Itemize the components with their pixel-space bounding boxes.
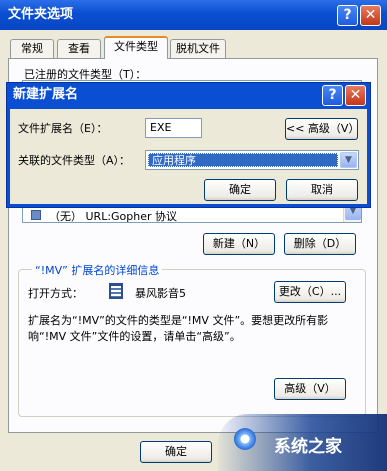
associated-type-select[interactable]: 应用程序 ▼ bbox=[145, 150, 359, 170]
extension-label: 文件扩展名（E）： bbox=[18, 122, 108, 135]
details-group-title: “!MV” 扩展名的详细信息 bbox=[32, 262, 163, 278]
change-button[interactable]: 更改（C）... bbox=[274, 281, 346, 303]
tab-view[interactable]: 查看 bbox=[57, 39, 101, 59]
window-titlebar: 文件夹选项 ? ✕ bbox=[0, 0, 387, 30]
advanced-button[interactable]: 高级（V） bbox=[274, 378, 346, 400]
tab-general[interactable]: 常规 bbox=[10, 39, 54, 59]
dialog-close-button[interactable]: ✕ bbox=[345, 85, 366, 106]
list-item-label: （无） URL:Gopher 协议 bbox=[49, 210, 178, 223]
collapse-advanced-button[interactable]: << 高级（V） bbox=[285, 118, 359, 140]
open-with-label: 打开方式： bbox=[28, 287, 83, 300]
ok-button[interactable]: 确定 bbox=[140, 441, 212, 463]
dialog-title: 新建扩展名 bbox=[13, 87, 79, 102]
window-title: 文件夹选项 bbox=[8, 7, 74, 22]
watermark: 系统之家 bbox=[218, 414, 387, 471]
chevron-down-icon[interactable]: ▼ bbox=[340, 152, 357, 168]
new-extension-dialog: 新建扩展名 ? ✕ 文件扩展名（E）： EXE << 高级（V） 关联的文件类型… bbox=[6, 82, 371, 208]
details-description: 扩展名为“!MV”的文件的类型是“!MV 文件”。要想更改所有影响“!MV 文件… bbox=[28, 314, 329, 343]
list-item[interactable]: （无） URL:Gopher 协议 bbox=[31, 208, 351, 223]
file-type-icon bbox=[31, 210, 41, 220]
media-player-icon bbox=[109, 283, 123, 299]
dialog-ok-button[interactable]: 确定 bbox=[204, 179, 276, 201]
dialog-cancel-button[interactable]: 取消 bbox=[286, 179, 358, 201]
close-button[interactable]: ✕ bbox=[360, 5, 381, 26]
dialog-body: 文件扩展名（E）： EXE << 高级（V） 关联的文件类型（A）： 应用程序 … bbox=[10, 109, 367, 204]
tab-offline-files[interactable]: 脱机文件 bbox=[170, 39, 226, 59]
watermark-brand: 系统之家 bbox=[274, 437, 342, 457]
dialog-help-button[interactable]: ? bbox=[322, 85, 343, 106]
tab-file-types[interactable]: 文件类型 bbox=[104, 36, 168, 59]
extension-input[interactable]: EXE bbox=[145, 118, 202, 138]
help-button[interactable]: ? bbox=[337, 5, 358, 26]
associated-type-label: 关联的文件类型（A）： bbox=[18, 154, 131, 167]
open-with-app: 暴风影音5 bbox=[135, 287, 186, 300]
site-logo-icon bbox=[234, 428, 256, 450]
delete-button[interactable]: 删除（D） bbox=[284, 233, 356, 255]
associated-type-value: 应用程序 bbox=[148, 153, 338, 167]
new-button[interactable]: 新建（N） bbox=[203, 233, 275, 255]
